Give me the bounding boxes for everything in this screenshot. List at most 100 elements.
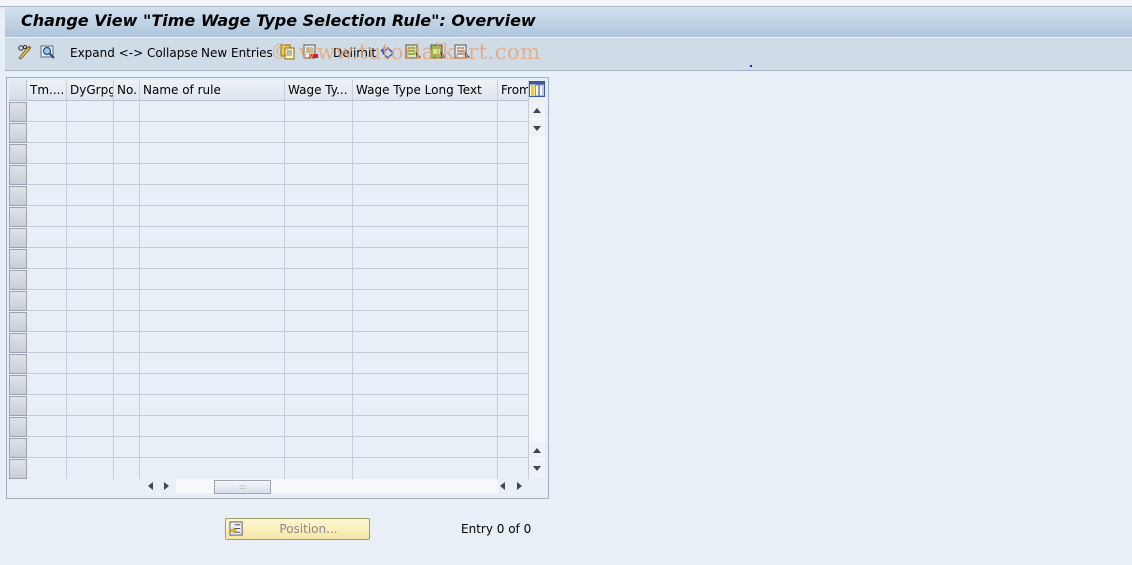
table-cell[interactable]: [353, 122, 498, 143]
table-cell[interactable]: [140, 206, 285, 227]
table-cell[interactable]: [285, 437, 353, 458]
table-cell[interactable]: [498, 206, 529, 227]
table-cell[interactable]: [67, 374, 114, 395]
table-cell[interactable]: [285, 332, 353, 353]
table-cell[interactable]: [67, 122, 114, 143]
table-cell[interactable]: [27, 458, 67, 479]
scroll-left-end-button[interactable]: [494, 478, 510, 494]
table-cell[interactable]: [27, 206, 67, 227]
column-header[interactable]: DyGrpg: [67, 80, 114, 101]
table-cell[interactable]: [67, 290, 114, 311]
table-cell[interactable]: [140, 416, 285, 437]
table-cell[interactable]: [353, 395, 498, 416]
row-selector[interactable]: [9, 270, 27, 290]
table-cell[interactable]: [114, 122, 140, 143]
table-cell[interactable]: [353, 416, 498, 437]
find-icon[interactable]: [40, 44, 56, 60]
table-cell[interactable]: [140, 185, 285, 206]
vertical-scrollbar[interactable]: [529, 102, 545, 477]
table-cell[interactable]: [27, 353, 67, 374]
table-cell[interactable]: [27, 122, 67, 143]
row-selector[interactable]: [9, 354, 27, 374]
table-cell[interactable]: [140, 290, 285, 311]
horizontal-scroll-track[interactable]: :::: [176, 479, 498, 494]
row-selector[interactable]: [9, 417, 27, 437]
column-header[interactable]: Wage Type Long Text: [353, 80, 498, 101]
row-selector[interactable]: [9, 459, 27, 479]
deselect-all-icon[interactable]: [454, 44, 470, 60]
select-block-icon[interactable]: [430, 44, 446, 60]
table-cell[interactable]: [353, 437, 498, 458]
table-cell[interactable]: [67, 185, 114, 206]
table-cell[interactable]: [67, 269, 114, 290]
table-cell[interactable]: [140, 143, 285, 164]
table-cell[interactable]: [498, 185, 529, 206]
table-cell[interactable]: [140, 248, 285, 269]
horizontal-scrollbar[interactable]: :::: [140, 478, 528, 494]
undo-change-icon[interactable]: [380, 44, 396, 60]
table-cell[interactable]: [27, 374, 67, 395]
table-cell[interactable]: [140, 437, 285, 458]
column-header[interactable]: Tm....: [27, 80, 67, 101]
copy-as-icon[interactable]: [280, 44, 296, 60]
table-cell[interactable]: [114, 185, 140, 206]
table-cell[interactable]: [498, 143, 529, 164]
table-cell[interactable]: [285, 248, 353, 269]
table-cell[interactable]: [114, 458, 140, 479]
row-selector[interactable]: [9, 186, 27, 206]
table-cell[interactable]: [285, 164, 353, 185]
table-cell[interactable]: [498, 164, 529, 185]
table-cell[interactable]: [114, 353, 140, 374]
table-cell[interactable]: [498, 248, 529, 269]
table-cell[interactable]: [114, 269, 140, 290]
table-cell[interactable]: [114, 311, 140, 332]
table-cell[interactable]: [353, 458, 498, 479]
table-cell[interactable]: [498, 311, 529, 332]
table-cell[interactable]: [27, 185, 67, 206]
table-cell[interactable]: [114, 416, 140, 437]
expand-collapse-button[interactable]: Expand <-> Collapse: [70, 45, 198, 63]
table-cell[interactable]: [67, 353, 114, 374]
row-selector[interactable]: [9, 207, 27, 227]
table-cell[interactable]: [67, 311, 114, 332]
scroll-down-button[interactable]: [529, 460, 545, 476]
table-cell[interactable]: [140, 311, 285, 332]
table-cell[interactable]: [67, 101, 114, 122]
table-cell[interactable]: [140, 395, 285, 416]
table-cell[interactable]: [498, 227, 529, 248]
table-cell[interactable]: [67, 206, 114, 227]
row-selector[interactable]: [9, 312, 27, 332]
table-cell[interactable]: [67, 395, 114, 416]
table-cell[interactable]: [285, 395, 353, 416]
table-cell[interactable]: [285, 458, 353, 479]
table-cell[interactable]: [67, 248, 114, 269]
scroll-right-button[interactable]: [158, 478, 174, 494]
select-all-icon[interactable]: [405, 44, 421, 60]
table-cell[interactable]: [67, 227, 114, 248]
table-cell[interactable]: [114, 143, 140, 164]
table-cell[interactable]: [27, 416, 67, 437]
row-selector[interactable]: [9, 102, 27, 122]
table-cell[interactable]: [140, 332, 285, 353]
column-header[interactable]: From: [498, 80, 529, 101]
table-cell[interactable]: [114, 164, 140, 185]
table-cell[interactable]: [140, 122, 285, 143]
table-cell[interactable]: [27, 395, 67, 416]
table-cell[interactable]: [498, 416, 529, 437]
table-cell[interactable]: [140, 164, 285, 185]
table-cell[interactable]: [27, 437, 67, 458]
table-cell[interactable]: [27, 311, 67, 332]
table-cell[interactable]: [27, 248, 67, 269]
table-cell[interactable]: [67, 416, 114, 437]
row-selector[interactable]: [9, 438, 27, 458]
scroll-up-button[interactable]: [529, 120, 545, 136]
table-cell[interactable]: [27, 290, 67, 311]
table-cell[interactable]: [114, 290, 140, 311]
table-cell[interactable]: [285, 206, 353, 227]
table-cell[interactable]: [285, 101, 353, 122]
table-cell[interactable]: [498, 353, 529, 374]
table-cell[interactable]: [353, 353, 498, 374]
table-cell[interactable]: [498, 122, 529, 143]
table-cell[interactable]: [353, 311, 498, 332]
table-cell[interactable]: [498, 290, 529, 311]
